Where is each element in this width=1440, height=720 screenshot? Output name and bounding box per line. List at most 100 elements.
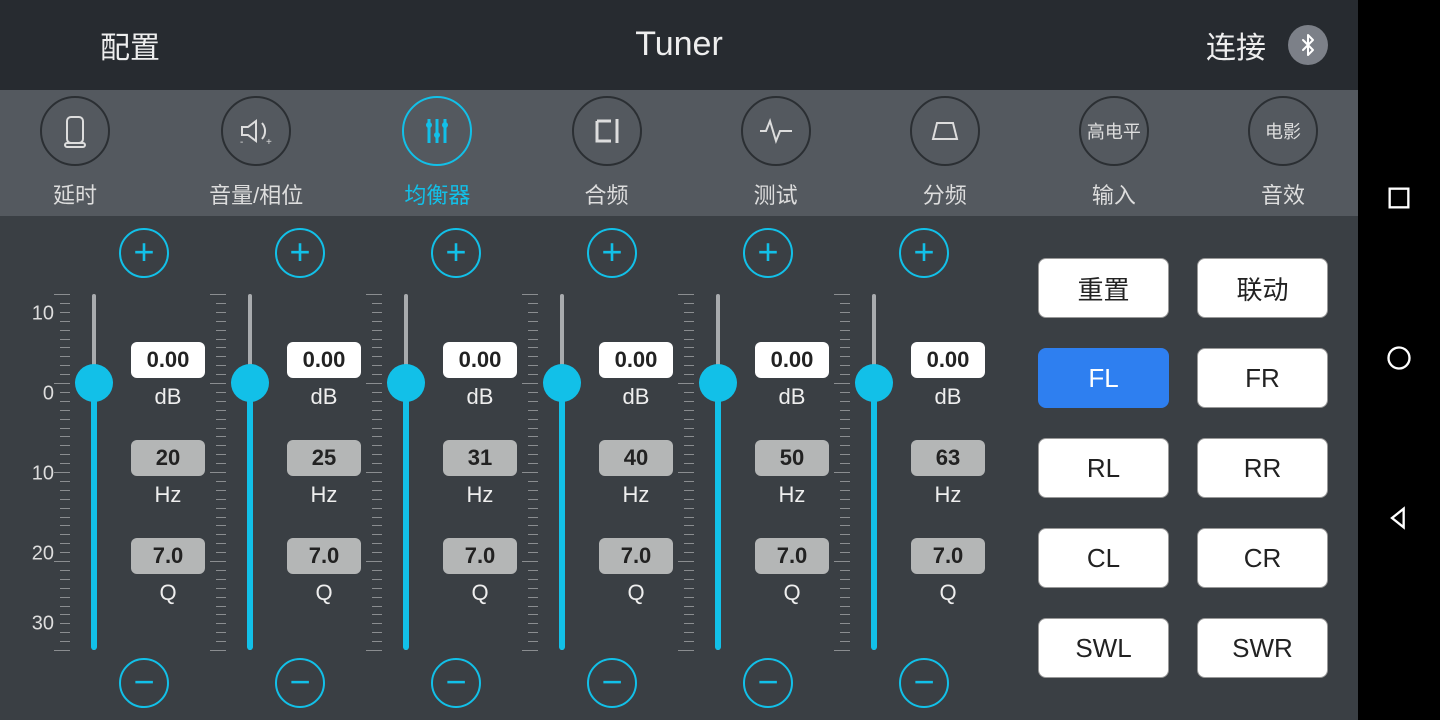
db-value[interactable]: 0.00 [131,342,205,378]
tab-eq[interactable]: 均衡器 [402,96,472,210]
db-axis: 10 0 10 20 30 [20,228,60,708]
band-slider-wrap: 0.00 dB 40 Hz 7.0 Q [538,278,686,658]
hz-value[interactable]: 25 [287,440,361,476]
q-value[interactable]: 7.0 [911,538,985,574]
band-minus[interactable]: − [587,658,637,708]
band-slider-wrap: 0.00 dB 31 Hz 7.0 Q [382,278,530,658]
band-minus[interactable]: − [275,658,325,708]
channel-button-swr[interactable]: SWR [1197,618,1328,678]
band-slider-wrap: 0.00 dB 50 Hz 7.0 Q [694,278,842,658]
hz-unit: Hz [935,482,962,508]
db-value[interactable]: 0.00 [287,342,361,378]
axis-tick: 30 [32,613,54,636]
wave-icon [756,111,796,151]
band-plus[interactable]: + [587,228,637,278]
tab-label: 延时 [40,178,110,210]
nav-home[interactable] [1385,344,1413,377]
band-slider[interactable] [538,294,586,650]
band-slider[interactable] [850,294,898,650]
db-value[interactable]: 0.00 [911,342,985,378]
hz-value[interactable]: 31 [443,440,517,476]
axis-tick: 10 [32,463,54,486]
band-slider[interactable] [382,294,430,650]
band-plus[interactable]: + [431,228,481,278]
hz-unit: Hz [311,482,338,508]
axis-tick: 20 [32,543,54,566]
tab-volphase[interactable]: -+ 音量/相位 [209,96,303,210]
band-plus[interactable]: + [119,228,169,278]
db-unit: dB [935,384,962,410]
channel-button-rl[interactable]: RL [1038,438,1169,498]
db-unit: dB [311,384,338,410]
band-plus[interactable]: + [743,228,793,278]
channel-button-fl[interactable]: FL [1038,348,1169,408]
tab-test[interactable]: 测试 [741,96,811,210]
band-minus[interactable]: − [899,658,949,708]
axis-tick: 10 [32,303,54,326]
config-button[interactable]: 配置 [0,23,260,67]
band-minus[interactable]: − [119,658,169,708]
channel-button-swl[interactable]: SWL [1038,618,1169,678]
q-value[interactable]: 7.0 [131,538,205,574]
tab-bar: 延时 -+ 音量/相位 均衡器 合频 测试 分频 高电平 输入 电影 音效 [0,90,1358,216]
hz-value[interactable]: 50 [755,440,829,476]
band-plus[interactable]: + [275,228,325,278]
band-slider[interactable] [226,294,274,650]
db-unit: dB [623,384,650,410]
db-unit: dB [155,384,182,410]
connect-button[interactable]: 连接 [1206,23,1266,67]
channel-button-重置[interactable]: 重置 [1038,258,1169,318]
band-slider[interactable] [70,294,118,650]
hz-value[interactable]: 40 [599,440,673,476]
db-value[interactable]: 0.00 [443,342,517,378]
band-slider-wrap: 0.00 dB 63 Hz 7.0 Q [850,278,998,658]
q-value[interactable]: 7.0 [443,538,517,574]
channel-button-rr[interactable]: RR [1197,438,1328,498]
tab-movie[interactable]: 电影 音效 [1248,96,1318,210]
hz-value[interactable]: 63 [911,440,985,476]
band-readouts: 0.00 dB 20 Hz 7.0 Q [118,294,218,650]
eq-band-0: + 0.00 dB 20 Hz 7.0 Q − [70,228,218,708]
q-unit: Q [783,580,800,606]
channel-button-联动[interactable]: 联动 [1197,258,1328,318]
nav-recent[interactable] [1385,184,1413,217]
band-minus[interactable]: − [743,658,793,708]
q-value[interactable]: 7.0 [599,538,673,574]
channel-button-fr[interactable]: FR [1197,348,1328,408]
main-area: 10 0 10 20 30 + 0.00 dB 20 Hz 7.0 Q [0,216,1358,720]
tab-label: 输入 [1079,178,1149,210]
band-minus[interactable]: − [431,658,481,708]
tab-hilevel[interactable]: 高电平 输入 [1079,96,1149,210]
q-unit: Q [939,580,956,606]
db-value[interactable]: 0.00 [755,342,829,378]
eq-band-1: + 0.00 dB 25 Hz 7.0 Q − [226,228,374,708]
tab-combine[interactable]: 合频 [572,96,642,210]
q-unit: Q [159,580,176,606]
band-readouts: 0.00 dB 50 Hz 7.0 Q [742,294,842,650]
header-right: 连接 [1206,23,1358,67]
channel-button-cr[interactable]: CR [1197,528,1328,588]
q-value[interactable]: 7.0 [755,538,829,574]
band-slider-wrap: 0.00 dB 20 Hz 7.0 Q [70,278,218,658]
tab-label: 均衡器 [402,178,472,210]
eq-band-2: + 0.00 dB 31 Hz 7.0 Q − [382,228,530,708]
bluetooth-icon [1296,33,1320,57]
tab-delay[interactable]: 延时 [40,96,110,210]
q-unit: Q [315,580,332,606]
svg-text:+: + [266,137,272,148]
band-readouts: 0.00 dB 40 Hz 7.0 Q [586,294,686,650]
hz-value[interactable]: 20 [131,440,205,476]
q-value[interactable]: 7.0 [287,538,361,574]
channel-button-cl[interactable]: CL [1038,528,1169,588]
nav-back[interactable] [1385,504,1413,537]
db-value[interactable]: 0.00 [599,342,673,378]
hz-unit: Hz [155,482,182,508]
band-slider[interactable] [694,294,742,650]
band-plus[interactable]: + [899,228,949,278]
q-unit: Q [471,580,488,606]
movie-text: 电影 [1265,118,1301,144]
system-nav [1358,0,1440,720]
tab-xover[interactable]: 分频 [910,96,980,210]
bluetooth-button[interactable] [1288,25,1328,65]
header: 配置 Tuner 连接 [0,0,1358,90]
